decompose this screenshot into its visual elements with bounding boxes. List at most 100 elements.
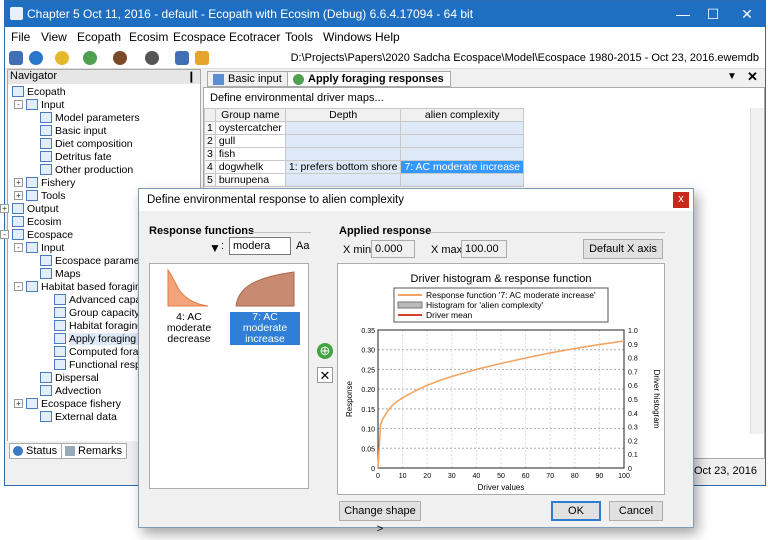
- function-item-selected[interactable]: 7: AC moderate increase: [230, 268, 300, 345]
- save-icon[interactable]: [9, 51, 23, 65]
- alien-cell[interactable]: 7: AC moderate increase: [400, 160, 524, 174]
- tree-expander[interactable]: +: [0, 204, 9, 213]
- menu-ecotracer[interactable]: Ecotracer: [229, 30, 280, 44]
- close-tab-icon[interactable]: ✕: [747, 69, 758, 85]
- cancel-button[interactable]: Cancel: [609, 501, 663, 521]
- tree-expander[interactable]: -: [14, 100, 23, 109]
- x-tick-label: 80: [571, 473, 579, 480]
- add-icon[interactable]: ⊕: [317, 343, 333, 359]
- tree-node-icon: [40, 255, 52, 266]
- menu-view[interactable]: View: [41, 30, 67, 44]
- tab-status[interactable]: Status: [9, 443, 63, 459]
- menu-help[interactable]: Help: [375, 30, 400, 44]
- xmin-label: X min:: [343, 244, 375, 256]
- filter-input[interactable]: modera: [229, 237, 291, 255]
- y2-tick-label: 1.0: [628, 328, 638, 335]
- tree-item[interactable]: External data: [55, 411, 117, 423]
- menu-ecopath[interactable]: Ecopath: [77, 30, 121, 44]
- x-axis-label: Driver values: [478, 483, 525, 492]
- tree-item[interactable]: Output: [27, 203, 59, 215]
- tree-expander[interactable]: -: [0, 230, 9, 239]
- alien-cell[interactable]: [400, 134, 524, 148]
- menu-ecosim[interactable]: Ecosim: [129, 30, 168, 44]
- tab-basic-input[interactable]: Basic input: [207, 71, 289, 87]
- dialog-close-button[interactable]: x: [673, 192, 689, 208]
- filter-icon: ▼: [209, 241, 221, 255]
- xmin-field[interactable]: 0.000: [371, 240, 415, 258]
- tab-remarks-label: Remarks: [78, 445, 123, 457]
- tab-status-label: Status: [26, 445, 58, 457]
- tab-dropdown-icon[interactable]: ▼: [727, 71, 737, 82]
- col-group-name[interactable]: Group name: [214, 108, 286, 122]
- tab-remarks[interactable]: Remarks: [61, 443, 128, 459]
- alien-cell[interactable]: [400, 173, 524, 187]
- ok-button[interactable]: OK: [551, 501, 601, 521]
- save-model-icon[interactable]: [175, 51, 189, 65]
- minimize-button[interactable]: —: [669, 4, 697, 24]
- depth-cell[interactable]: [284, 173, 402, 187]
- depth-cell[interactable]: [284, 121, 402, 135]
- response-dialog: Define environmental response to alien c…: [138, 188, 694, 535]
- tree-item[interactable]: Diet composition: [55, 138, 133, 150]
- pin-icon[interactable]: ❙: [187, 70, 196, 83]
- tree-expander[interactable]: +: [14, 399, 23, 408]
- table-row: 1 oystercatcher: [204, 121, 524, 135]
- tree-expander[interactable]: -: [14, 282, 23, 291]
- close-window-button[interactable]: ✕: [733, 4, 761, 24]
- tree-node-icon: [26, 281, 38, 292]
- y-tick-label: 0: [371, 466, 375, 473]
- x-tick-label: 60: [522, 473, 530, 480]
- ecotracer-icon[interactable]: [113, 51, 127, 65]
- run-icon[interactable]: [195, 51, 209, 65]
- tree-item[interactable]: Advection: [55, 385, 101, 397]
- tree-item[interactable]: Ecospace: [27, 229, 73, 241]
- tree-item[interactable]: Ecopath: [27, 86, 66, 98]
- function-item[interactable]: 4: AC moderate decrease: [154, 268, 224, 345]
- tree-node-icon: [40, 164, 52, 175]
- group-name-cell: oystercatcher: [214, 121, 286, 135]
- tree-item[interactable]: Dispersal: [55, 372, 99, 384]
- menu-file[interactable]: File: [11, 30, 30, 44]
- tree-item[interactable]: Input: [41, 99, 64, 111]
- tree-expander[interactable]: -: [14, 243, 23, 252]
- depth-cell[interactable]: [284, 147, 402, 161]
- depth-cell[interactable]: 1: prefers bottom shore: [284, 160, 402, 174]
- change-shape-button[interactable]: Change shape >: [339, 501, 421, 535]
- col-depth[interactable]: Depth: [284, 108, 402, 122]
- tree-expander[interactable]: +: [14, 191, 23, 200]
- ecosim-icon[interactable]: [55, 51, 69, 65]
- tree-item[interactable]: Maps: [55, 268, 81, 280]
- tree-item[interactable]: Habitat based foraging: [41, 281, 147, 293]
- alien-cell[interactable]: [400, 121, 524, 135]
- col-alien-complexity[interactable]: alien complexity: [400, 108, 524, 122]
- menu-tools[interactable]: Tools: [285, 30, 313, 44]
- tree-item[interactable]: Fishery: [41, 177, 75, 189]
- tools-icon[interactable]: [145, 51, 159, 65]
- vertical-scrollbar[interactable]: [750, 108, 764, 434]
- tree-expander[interactable]: +: [14, 178, 23, 187]
- tab-apply-foraging[interactable]: Apply foraging responses: [287, 71, 451, 87]
- menu-ecospace[interactable]: Ecospace: [173, 30, 226, 44]
- match-case-toggle[interactable]: Aa: [296, 240, 309, 252]
- depth-cell[interactable]: [284, 134, 402, 148]
- tree-item[interactable]: Detritus fate: [55, 151, 112, 163]
- tree-item[interactable]: Input: [41, 242, 64, 254]
- tree-item[interactable]: Tools: [41, 190, 66, 202]
- ecospace-icon[interactable]: [83, 51, 97, 65]
- tree-item[interactable]: Model parameters: [55, 112, 140, 124]
- tree-item[interactable]: Ecosim: [27, 216, 61, 228]
- tree-item[interactable]: Ecospace fishery: [41, 398, 121, 410]
- xmax-field[interactable]: 100.00: [461, 240, 507, 258]
- remove-icon[interactable]: ✕: [317, 367, 333, 383]
- alien-cell[interactable]: [400, 147, 524, 161]
- group-name-cell: gull: [214, 134, 286, 148]
- table-row: 3 fish: [204, 147, 524, 161]
- tree-item[interactable]: Basic input: [55, 125, 106, 137]
- menu-windows[interactable]: Windows: [323, 30, 372, 44]
- default-x-axis-button[interactable]: Default X axis: [583, 239, 663, 259]
- ecospace-icon: [293, 74, 304, 85]
- tree-item[interactable]: Other production: [55, 164, 133, 176]
- response-function-list[interactable]: 4: AC moderate decrease 7: AC moderate i…: [149, 263, 309, 489]
- ecopath-icon[interactable]: [29, 51, 43, 65]
- maximize-button[interactable]: ☐: [699, 4, 727, 24]
